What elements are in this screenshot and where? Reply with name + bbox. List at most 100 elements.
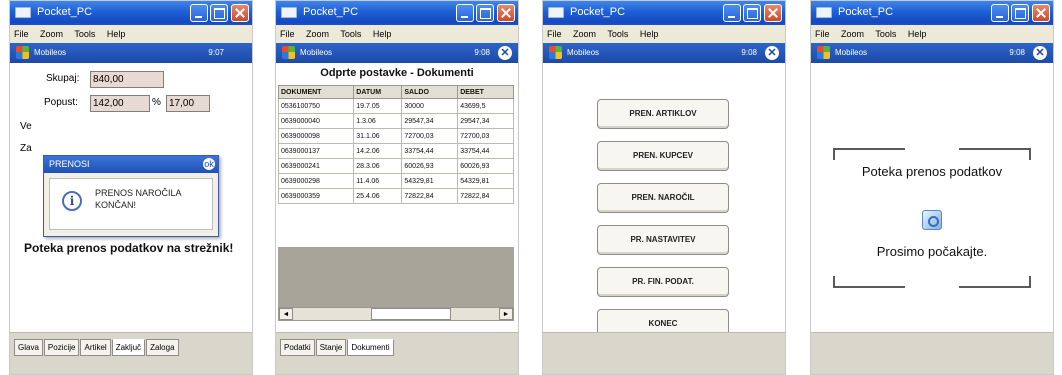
maximize-button[interactable] — [1011, 4, 1029, 22]
status-clock: 9:08 — [474, 48, 490, 57]
window-titlebar: Pocket_PC — [811, 1, 1053, 25]
label-skupaj: Skupaj: — [46, 73, 80, 84]
menu-file[interactable]: File — [14, 29, 29, 39]
column-header[interactable]: SALDO — [401, 85, 459, 99]
minimize-button[interactable] — [190, 4, 208, 22]
table-cell: 0536100750 — [277, 98, 355, 114]
window-app-icon — [548, 7, 564, 18]
close-button[interactable] — [231, 4, 249, 22]
table-row[interactable]: 0639000359 25.4.06 72822,84 72822,84 — [277, 188, 514, 204]
field-skupaj[interactable]: 840,00 — [90, 71, 164, 88]
screen-transfer-menu: Pocket_PC File Zoom Tools Help Mobileos … — [542, 0, 786, 375]
menu-tools[interactable]: Tools — [875, 29, 896, 39]
menu-help[interactable]: Help — [373, 29, 392, 39]
ok-close-icon[interactable]: ✕ — [1033, 46, 1047, 60]
dialog-ok-button[interactable]: ok — [203, 158, 215, 170]
menu-bar: File Zoom Tools Help — [10, 25, 252, 43]
close-button[interactable] — [497, 4, 515, 22]
table-cell: 0639000137 — [277, 143, 355, 159]
scroll-left-icon[interactable]: ◄ — [279, 308, 293, 320]
horizontal-scrollbar[interactable]: ◄ ► — [278, 307, 514, 321]
documents-table: DOKUMENT DATUM SALDO DEBET 0536100750 19.… — [277, 85, 514, 204]
table-cell: 72700,03 — [401, 128, 459, 144]
menu-tools[interactable]: Tools — [74, 29, 95, 39]
minimize-button[interactable] — [456, 4, 474, 22]
menu-zoom[interactable]: Zoom — [40, 29, 63, 39]
menu-zoom[interactable]: Zoom — [841, 29, 864, 39]
screen-open-items: Pocket_PC File Zoom Tools Help Mobileos … — [275, 0, 519, 375]
start-menu-icon[interactable] — [817, 46, 830, 59]
tab-dokumenti[interactable]: Dokumenti — [347, 339, 394, 356]
close-button[interactable] — [764, 4, 782, 22]
column-header[interactable]: DEBET — [457, 85, 514, 99]
menu-help[interactable]: Help — [107, 29, 126, 39]
scroll-right-icon[interactable]: ► — [499, 308, 513, 320]
minimize-button[interactable] — [991, 4, 1009, 22]
table-cell: 0639000098 — [277, 128, 355, 144]
table-row[interactable]: 0639000098 31.1.06 72700,03 72700,03 — [277, 128, 514, 144]
start-menu-icon[interactable] — [16, 46, 29, 59]
menu-file[interactable]: File — [547, 29, 562, 39]
field-popust-percent[interactable]: 17,00 — [166, 95, 210, 112]
tab-zakljuc[interactable]: Zaključ — [111, 339, 146, 356]
menu-file[interactable]: File — [280, 29, 295, 39]
start-menu-icon[interactable] — [549, 46, 562, 59]
table-row[interactable]: 0536100750 19.7.05 30000 43699,5 — [277, 98, 514, 114]
maximize-button[interactable] — [743, 4, 761, 22]
search-sync-icon — [922, 210, 942, 230]
table-row[interactable]: 0639000241 28.3.06 60026,93 60026,93 — [277, 158, 514, 174]
start-menu-icon[interactable] — [282, 46, 295, 59]
transfer-customers-button[interactable]: PREN. KUPCEV — [597, 141, 729, 171]
menu-tools[interactable]: Tools — [340, 29, 361, 39]
table-cell: 72822,84 — [401, 188, 459, 204]
tab-stanje[interactable]: Stanje — [315, 339, 347, 356]
menu-help[interactable]: Help — [908, 29, 927, 39]
window-title: Pocket_PC — [838, 6, 894, 18]
field-popust[interactable]: 142,00 — [90, 95, 150, 112]
menu-file[interactable]: File — [815, 29, 830, 39]
menu-help[interactable]: Help — [640, 29, 659, 39]
table-row[interactable]: 0639000040 1.3.06 29547,34 29547,34 — [277, 113, 514, 129]
tab-bar: Podatki Stanje Dokumenti — [276, 332, 518, 374]
table-cell: 11.4.06 — [353, 173, 403, 189]
bottom-bar — [811, 332, 1053, 374]
label-ve: Ve — [20, 121, 32, 132]
tab-glava[interactable]: Glava — [14, 339, 43, 356]
dialog-title: PRENOSI — [49, 159, 90, 169]
column-header[interactable]: DOKUMENT — [277, 85, 355, 99]
maximize-button[interactable] — [210, 4, 228, 22]
transfer-financial-data-button[interactable]: PR. FIN. PODAT. — [597, 267, 729, 297]
tab-podatki[interactable]: Podatki — [280, 339, 315, 356]
info-icon: i — [62, 191, 82, 211]
ok-close-icon[interactable]: ✕ — [765, 46, 779, 60]
menu-zoom[interactable]: Zoom — [573, 29, 596, 39]
maximize-button[interactable] — [476, 4, 494, 22]
transfer-menu-content: PREN. ARTIKLOV PREN. KUPCEV PREN. NAROČI… — [543, 63, 785, 339]
table-row[interactable]: 0639000298 11.4.06 54329,81 54329,81 — [277, 173, 514, 189]
close-button[interactable] — [1032, 4, 1050, 22]
window-titlebar: Pocket_PC — [10, 1, 252, 25]
column-header[interactable]: DATUM — [353, 85, 403, 99]
table-cell: 60026,93 — [401, 158, 459, 174]
dialog-message: PRENOS NAROČILA KONČAN! — [95, 188, 182, 210]
app-name: Mobileos — [300, 48, 333, 57]
transfer-settings-button[interactable]: PR. NASTAVITEV — [597, 225, 729, 255]
window-title: Pocket_PC — [570, 6, 626, 18]
scrollbar-thumb[interactable] — [371, 308, 451, 320]
minimize-button[interactable] — [723, 4, 741, 22]
menu-tools[interactable]: Tools — [607, 29, 628, 39]
tab-artikel[interactable]: Artikel — [80, 339, 111, 356]
table-cell: 0639000040 — [277, 113, 355, 129]
tab-zaloga[interactable]: Zaloga — [146, 339, 179, 356]
transfer-articles-button[interactable]: PREN. ARTIKLOV — [597, 99, 729, 129]
tab-pozicije[interactable]: Pozicije — [43, 339, 80, 356]
menu-bar: File Zoom Tools Help — [276, 25, 518, 43]
table-cell: 28.3.06 — [353, 158, 403, 174]
table-row[interactable]: 0639000137 14.2.06 33754,44 33754,44 — [277, 143, 514, 159]
frame-corner — [833, 148, 845, 160]
menu-zoom[interactable]: Zoom — [306, 29, 329, 39]
transfer-orders-button[interactable]: PREN. NAROČIL — [597, 183, 729, 213]
label-percent: % — [152, 97, 161, 108]
ok-close-icon[interactable]: ✕ — [498, 46, 512, 60]
app-name: Mobileos — [835, 48, 868, 57]
